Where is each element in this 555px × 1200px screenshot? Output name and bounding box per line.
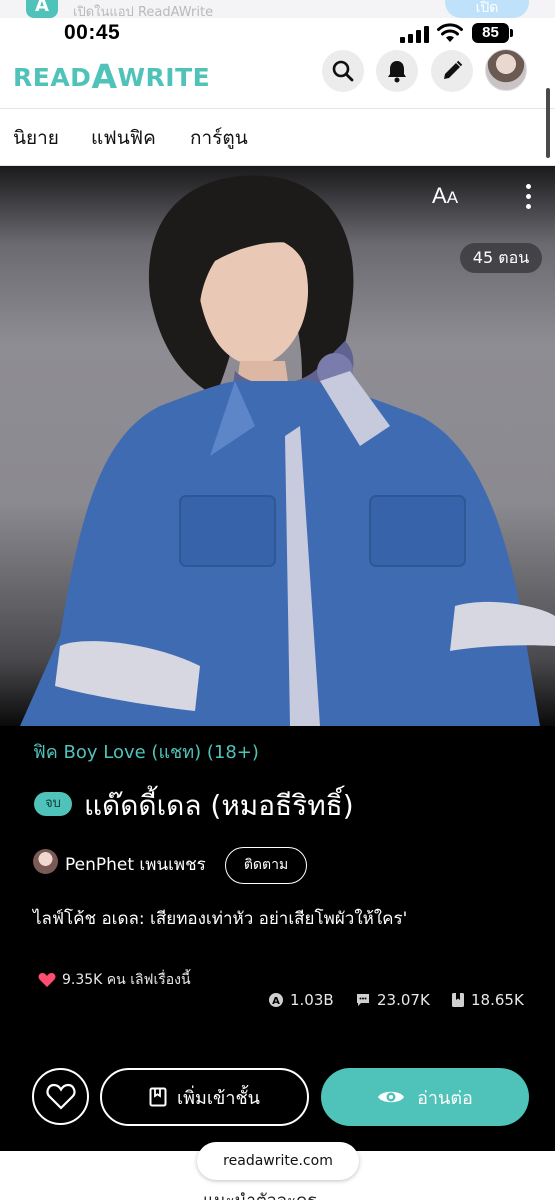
battery-icon: 85 (472, 23, 514, 43)
comments-stat: 23.07K (355, 991, 430, 1009)
site-header: READAWRITE (0, 49, 555, 108)
views-icon: A (269, 993, 283, 1007)
follow-button[interactable]: ติดตาม (225, 847, 307, 884)
eye-icon (378, 1091, 405, 1103)
readawrite-logo[interactable]: READAWRITE (13, 55, 210, 96)
views-count: 1.03B (290, 991, 334, 1009)
like-button[interactable] (32, 1068, 89, 1125)
tab-fanfic[interactable]: แฟนฟิค (91, 123, 156, 153)
search-button[interactable] (322, 50, 364, 92)
status-bar: 00:45 85 (0, 18, 555, 50)
views-stat: A 1.03B (268, 991, 334, 1009)
bookmarks-stat: 18.65K (451, 991, 524, 1009)
book-icon (149, 1087, 167, 1107)
continue-reading-button[interactable]: อ่านต่อ (321, 1068, 529, 1126)
add-to-shelf-button[interactable]: เพิ่มเข้าชั้น (100, 1068, 309, 1126)
search-icon (332, 60, 354, 82)
svg-text:A: A (272, 996, 280, 1007)
open-in-app-banner[interactable]: A เปิดในแอป ReadAWrite เปิด (0, 0, 555, 18)
bookmarks-count: 18.65K (471, 991, 524, 1009)
category-tabs: นิยาย แฟนฟิค การ์ตูน (0, 108, 555, 166)
page-scrollbar[interactable] (546, 88, 550, 158)
like-count-text: 9.35K คน เลิฟเรื่องนี้ (62, 972, 191, 988)
heart-outline-icon (45, 1083, 76, 1110)
status-time: 00:45 (64, 21, 121, 44)
battery-level: 85 (472, 23, 509, 43)
notifications-button[interactable] (376, 50, 418, 92)
story-description: ไลฟ์โค้ช อเดล: เสียทองเท่าหัว อย่าเสียโพ… (33, 909, 408, 929)
episode-count-badge: 45 ตอน (460, 243, 542, 273)
continue-reading-label: อ่านต่อ (417, 1087, 473, 1109)
bell-icon (388, 61, 406, 83)
tab-novel[interactable]: นิยาย (13, 123, 59, 153)
tab-cartoon[interactable]: การ์ตูน (190, 123, 248, 153)
story-genre[interactable]: ฟิค Boy Love (แชท) (18+) (33, 737, 259, 766)
browser-url-bar[interactable]: readawrite.com (197, 1142, 359, 1180)
open-app-button[interactable]: เปิด (445, 0, 529, 18)
author-avatar[interactable] (33, 849, 58, 874)
more-options-icon[interactable] (520, 184, 536, 212)
cellular-signal-icon (400, 26, 430, 43)
write-button[interactable] (431, 50, 473, 92)
status-badge: จบ (34, 792, 72, 816)
app-logo-icon: A (26, 0, 58, 18)
heart-icon (38, 973, 56, 987)
author-name[interactable]: PenPhet เพนเพชร (65, 851, 206, 878)
add-to-shelf-label: เพิ่มเข้าชั้น (177, 1087, 260, 1109)
banner-text: เปิดในแอป ReadAWrite (73, 5, 214, 18)
wifi-icon (437, 23, 463, 42)
story-title: แด๊ดดี้เดล (หมอธีริทธิ์) (84, 789, 354, 822)
comments-count: 23.07K (377, 991, 430, 1009)
bookmark-icon (452, 993, 464, 1007)
user-avatar[interactable] (485, 49, 527, 91)
like-count: 9.35K คน เลิฟเรื่องนี้ (38, 969, 191, 991)
pencil-icon (444, 60, 463, 79)
characters-section-heading: แนะนำตัวละคร (203, 1187, 317, 1200)
font-size-button[interactable]: AA (432, 183, 458, 209)
comment-icon (357, 994, 369, 1006)
